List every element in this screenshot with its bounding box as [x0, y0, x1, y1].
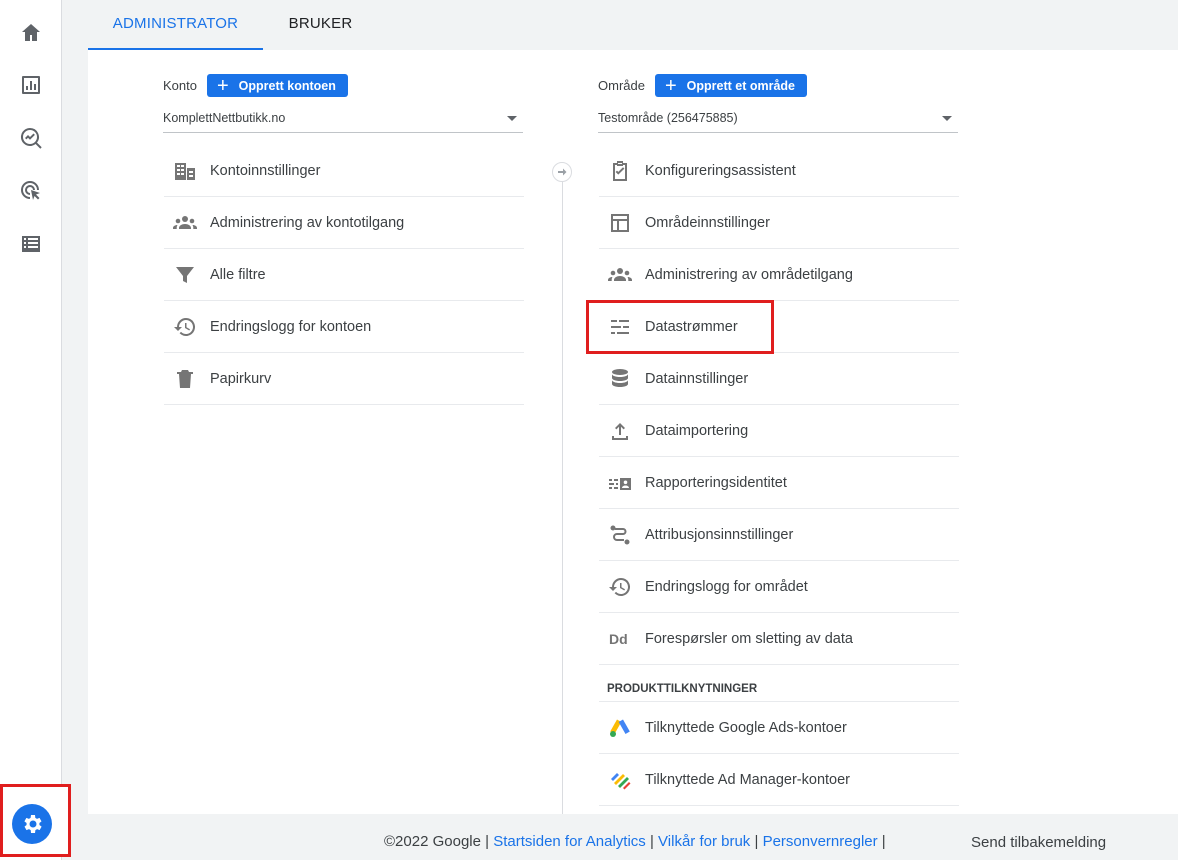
building-icon: [172, 158, 198, 184]
attribution-settings-item[interactable]: Attribusjonsinnstillinger: [599, 509, 959, 561]
google-ads-icon: [607, 715, 633, 741]
send-feedback-link[interactable]: Send tilbakemelding: [971, 834, 1106, 851]
reports-icon[interactable]: [19, 73, 43, 97]
property-selector[interactable]: Testområde (256475885): [598, 106, 958, 133]
gear-icon: [24, 815, 42, 833]
menu-label: Endringslogg for området: [645, 578, 808, 595]
menu-label: Tilknyttede Ad Manager-kontoer: [645, 771, 850, 788]
privacy-link[interactable]: Personvernregler: [763, 833, 878, 850]
trash-item[interactable]: Papirkurv: [164, 353, 524, 405]
people-icon: [607, 262, 633, 288]
explore-icon[interactable]: [19, 126, 43, 150]
admin-panel: Konto + Opprett kontoen KomplettNettbuti…: [88, 50, 1178, 814]
svg-text:Dd: Dd: [609, 631, 628, 647]
column-divider: [562, 172, 563, 814]
history-icon: [172, 314, 198, 340]
home-icon[interactable]: [19, 21, 43, 45]
menu-label: Datainnstillinger: [645, 370, 749, 387]
account-header: Konto + Opprett kontoen: [163, 74, 348, 97]
google-ads-links-item[interactable]: Tilknyttede Google Ads-kontoer: [599, 702, 959, 754]
menu-label: Områdeinnstillinger: [645, 214, 770, 231]
admin-gear-highlight[interactable]: [0, 784, 71, 857]
create-property-button[interactable]: + Opprett et område: [654, 74, 808, 97]
account-menu: Kontoinnstillinger Administrering av kon…: [164, 145, 524, 405]
people-icon: [172, 210, 198, 236]
data-deletion-item[interactable]: Dd Forespørsler om sletting av data: [599, 613, 959, 665]
property-changelog-item[interactable]: Endringslogg for området: [599, 561, 959, 613]
copyright: ©2022 Google: [384, 833, 481, 850]
left-nav-rail: [0, 0, 62, 860]
dd-icon: Dd: [607, 626, 633, 652]
menu-label: Rapporteringsidentitet: [645, 474, 787, 491]
filter-icon: [172, 262, 198, 288]
menu-label: Administrering av kontotilgang: [210, 214, 405, 231]
menu-label: Endringslogg for kontoen: [210, 318, 372, 335]
menu-label: Alle filtre: [210, 266, 266, 283]
reporting-identity-item[interactable]: Rapporteringsidentitet: [599, 457, 959, 509]
terms-link[interactable]: Vilkår for bruk: [658, 833, 750, 850]
menu-label: Administrering av områdetilgang: [645, 266, 853, 283]
menu-label: Attribusjonsinnstillinger: [645, 526, 794, 543]
menu-label: Kontoinnstillinger: [210, 162, 321, 179]
plus-icon: +: [216, 74, 229, 97]
menu-label: Forespørsler om sletting av data: [645, 630, 853, 647]
menu-label: Tilknyttede Google Ads-kontoer: [645, 719, 847, 736]
layout-icon: [607, 210, 633, 236]
property-access-item[interactable]: Administrering av områdetilgang: [599, 249, 959, 301]
create-account-label: Opprett kontoen: [238, 78, 336, 93]
advertising-icon[interactable]: [19, 179, 43, 203]
upload-icon: [607, 418, 633, 444]
configure-list-icon[interactable]: [19, 232, 43, 256]
history-icon: [607, 574, 633, 600]
trash-icon: [172, 366, 198, 392]
create-property-label: Opprett et område: [686, 78, 796, 93]
footer: ©2022 Google | Startsiden for Analytics …: [88, 814, 1178, 860]
account-settings-item[interactable]: Kontoinnstillinger: [164, 145, 524, 197]
path-icon: [607, 522, 633, 548]
account-changelog-item[interactable]: Endringslogg for kontoen: [164, 301, 524, 353]
menu-label: Konfigureringsassistent: [645, 162, 796, 179]
identity-icon: [607, 470, 633, 496]
account-label: Konto: [163, 78, 197, 93]
ad-manager-icon: [607, 767, 633, 793]
separator: |: [754, 833, 759, 850]
tab-administrator[interactable]: ADMINISTRATOR: [88, 0, 263, 50]
tab-user[interactable]: BRUKER: [263, 0, 378, 50]
property-settings-item[interactable]: Områdeinnstillinger: [599, 197, 959, 249]
arrow-right-icon: [552, 162, 572, 182]
create-account-button[interactable]: + Opprett kontoen: [206, 74, 348, 97]
separator: |: [881, 833, 886, 850]
plus-icon: +: [664, 74, 677, 97]
menu-label: Papirkurv: [210, 370, 272, 387]
property-menu: Konfigureringsassistent Områdeinnstillin…: [599, 145, 959, 814]
setup-assistant-item[interactable]: Konfigureringsassistent: [599, 145, 959, 197]
database-icon: [607, 366, 633, 392]
data-settings-item[interactable]: Datainnstillinger: [599, 353, 959, 405]
admin-gear-button[interactable]: [12, 804, 52, 844]
admin-tabs: ADMINISTRATOR BRUKER: [88, 0, 1178, 50]
data-import-item[interactable]: Dataimportering: [599, 405, 959, 457]
analytics-home-link[interactable]: Startsiden for Analytics: [493, 833, 646, 850]
footer-links: ©2022 Google | Startsiden for Analytics …: [384, 833, 886, 850]
account-selector[interactable]: KomplettNettbutikk.no: [163, 106, 523, 133]
menu-label: Dataimportering: [645, 422, 749, 439]
menu-label: Datastrømmer: [645, 318, 738, 335]
separator: |: [649, 833, 654, 850]
more-links-item[interactable]: [599, 806, 959, 814]
dropdown-caret-icon: [942, 116, 952, 121]
account-access-item[interactable]: Administrering av kontotilgang: [164, 197, 524, 249]
account-selected: KomplettNettbutikk.no: [163, 111, 286, 125]
clipboard-check-icon: [607, 158, 633, 184]
ad-manager-links-item[interactable]: Tilknyttede Ad Manager-kontoer: [599, 754, 959, 806]
property-header: Område + Opprett et område: [598, 74, 808, 97]
property-selected: Testområde (256475885): [598, 111, 738, 125]
data-streams-item[interactable]: Datastrømmer: [599, 301, 959, 353]
all-filters-item[interactable]: Alle filtre: [164, 249, 524, 301]
separator: |: [485, 833, 490, 850]
streams-icon: [607, 314, 633, 340]
property-label: Område: [598, 78, 645, 93]
product-links-title: PRODUKTTILKNYTNINGER: [599, 677, 959, 702]
dropdown-caret-icon: [507, 116, 517, 121]
